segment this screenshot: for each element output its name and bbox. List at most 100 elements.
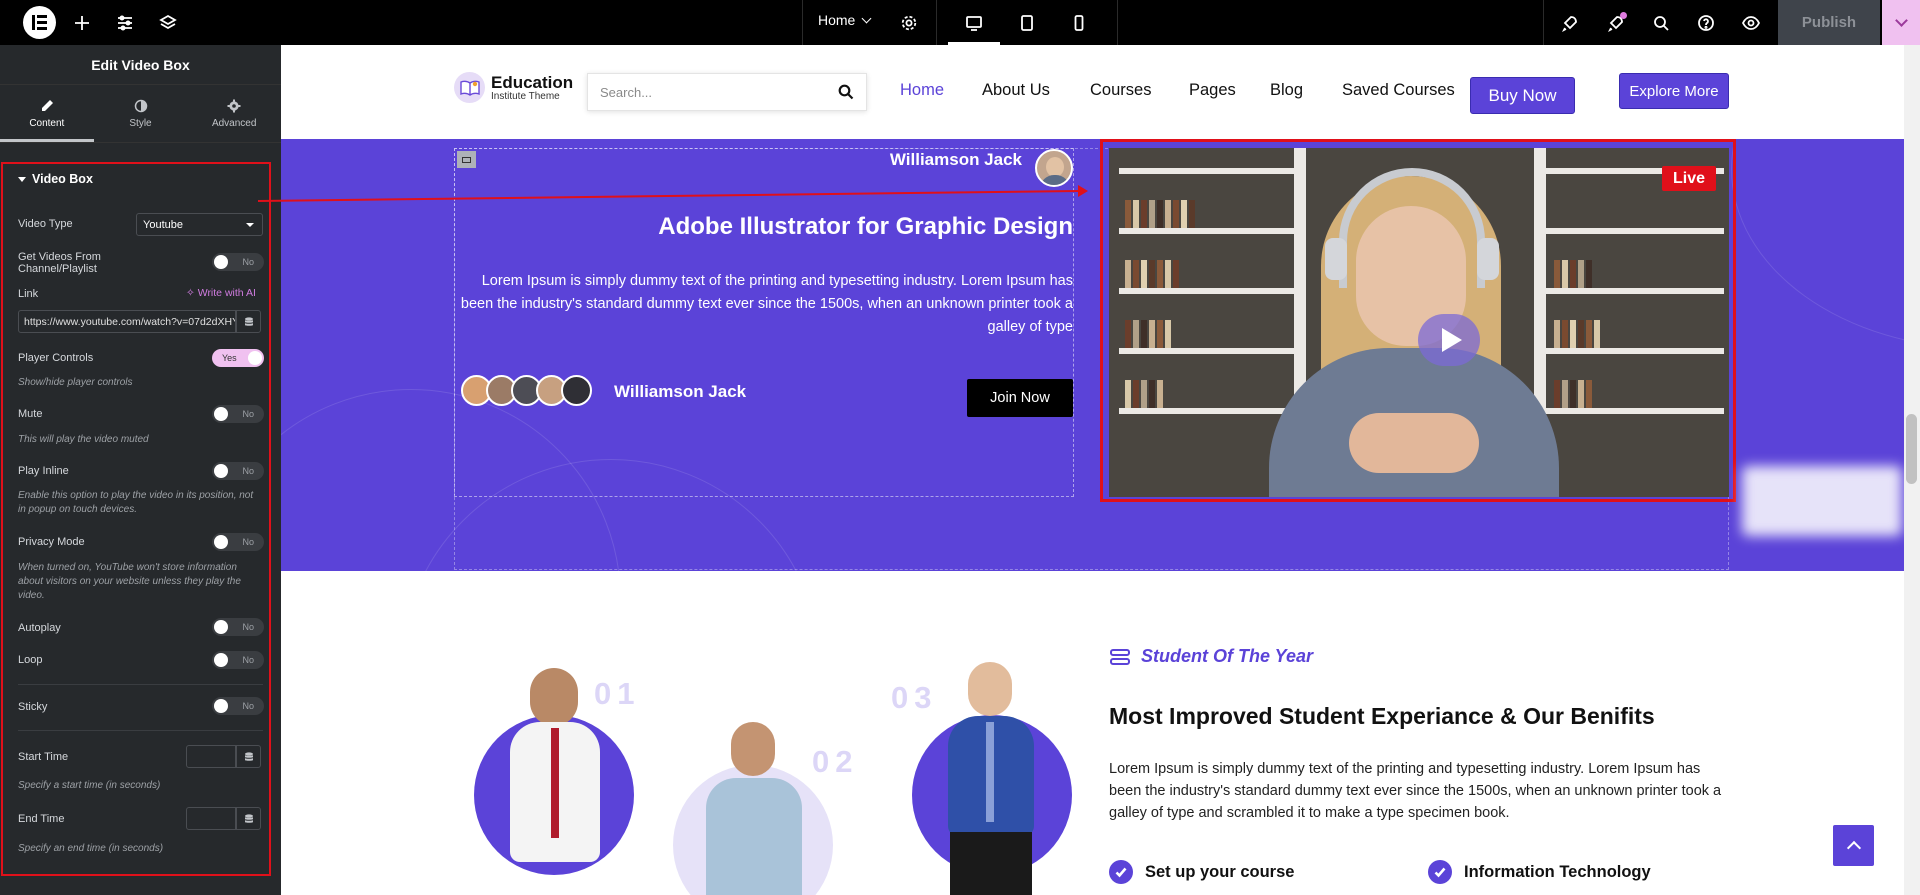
database-icon (244, 751, 253, 761)
caret-down-icon (18, 176, 26, 182)
site-brand[interactable]: Education Institute Theme (454, 72, 573, 103)
notifications-icon[interactable] (1605, 12, 1627, 34)
student-number-1: 01 (594, 676, 641, 711)
privacy-mode-toggle[interactable]: No (212, 533, 264, 551)
mute-toggle[interactable]: No (212, 405, 264, 423)
desktop-icon[interactable] (963, 12, 985, 34)
toggle-state: No (242, 622, 254, 632)
publish-options-button[interactable] (1882, 0, 1920, 45)
toggle-state: No (242, 466, 254, 476)
search-icon[interactable] (838, 84, 854, 100)
section-video-box[interactable]: Video Box (18, 172, 93, 186)
mute-help: This will play the video muted (18, 434, 149, 445)
explore-more-button[interactable]: Explore More (1619, 73, 1729, 109)
tablet-icon[interactable] (1016, 12, 1038, 34)
topbar-divider (1543, 0, 1544, 45)
scrollbar-thumb[interactable] (1906, 414, 1917, 484)
floating-glow (1742, 466, 1902, 536)
nav-pages[interactable]: Pages (1189, 81, 1236, 100)
panel-title: Edit Video Box (0, 45, 281, 85)
tab-content[interactable]: Content (0, 85, 94, 142)
start-time-input[interactable] (186, 745, 236, 768)
rocket-icon[interactable] (1559, 12, 1581, 34)
autoplay-toggle[interactable]: No (212, 618, 264, 636)
nav-blog[interactable]: Blog (1270, 81, 1303, 100)
student-of-year-label: Student Of The Year (1109, 646, 1313, 667)
loop-toggle[interactable]: No (212, 651, 264, 669)
database-icon (244, 316, 253, 326)
get-videos-toggle[interactable]: No (212, 253, 264, 271)
player-controls-toggle[interactable]: Yes (212, 349, 264, 367)
sticky-label: Sticky (18, 701, 48, 713)
nav-courses[interactable]: Courses (1090, 81, 1151, 100)
student-shirt-2 (706, 778, 802, 895)
write-with-ai-link[interactable]: ✧ Write with AI (186, 287, 256, 299)
section-title: Video Box (32, 172, 93, 186)
play-inline-label: Play Inline (18, 465, 69, 477)
link-input[interactable]: https://www.youtube.com/watch?v=07d2dXHY… (18, 310, 236, 333)
notification-dot (1620, 12, 1627, 19)
tab-style[interactable]: Style (94, 85, 188, 142)
page-selector[interactable]: Home (818, 12, 872, 28)
play-inline-help: Enable this option to play the video in … (18, 490, 254, 515)
student-tie-1 (551, 728, 559, 838)
annotation-arrow (257, 185, 1088, 202)
loop-label: Loop (18, 654, 43, 666)
editor-topbar: Home Publish (0, 0, 1920, 45)
video-type-label: Video Type (18, 218, 73, 230)
site-settings-icon[interactable] (114, 12, 136, 34)
start-time-dynamic-button[interactable] (236, 745, 261, 768)
link-label: Link (18, 288, 39, 300)
toggle-knob (214, 535, 228, 549)
buy-now-button[interactable]: Buy Now (1470, 77, 1575, 114)
student-number-2: 02 (812, 744, 859, 779)
publish-button[interactable]: Publish (1778, 0, 1880, 45)
nav-about-us[interactable]: About Us (982, 81, 1050, 100)
toggle-state: Yes (222, 353, 237, 363)
preview-eye-icon[interactable] (1740, 12, 1762, 34)
toggle-knob (214, 620, 228, 634)
site-search-input[interactable]: Search... (587, 73, 867, 111)
play-button[interactable] (1418, 314, 1480, 366)
student-head-2 (731, 722, 775, 776)
hero-title: Adobe Illustrator for Graphic Design (658, 213, 1073, 240)
sticky-toggle[interactable]: No (212, 697, 264, 715)
student-tie-3 (986, 722, 994, 822)
help-icon[interactable] (1695, 12, 1717, 34)
add-element-icon[interactable] (71, 12, 93, 34)
back-to-top-button[interactable] (1833, 825, 1874, 866)
end-time-input[interactable] (186, 807, 236, 830)
privacy-mode-help: When turned on, YouTube won't store info… (18, 562, 241, 601)
play-inline-toggle[interactable]: No (212, 462, 264, 480)
topbar-divider (802, 0, 803, 45)
tab-advanced[interactable]: Advanced (187, 85, 281, 142)
student-trousers-3 (950, 832, 1032, 895)
mobile-icon[interactable] (1068, 12, 1090, 34)
panel-divider (18, 730, 263, 731)
benefits-title: Most Improved Student Experiance & Our B… (1109, 703, 1655, 729)
dynamic-tags-button[interactable] (236, 310, 261, 333)
search-placeholder: Search... (600, 85, 653, 100)
autoplay-label: Autoplay (18, 622, 61, 634)
page-settings-gear-icon[interactable] (898, 12, 920, 34)
elementor-logo-icon[interactable] (23, 6, 56, 39)
panel-tabs: Content Style Advanced (0, 85, 281, 143)
search-icon[interactable] (1650, 12, 1672, 34)
get-videos-label: Get Videos From Channel/Playlist (18, 251, 101, 275)
chevron-down-icon (246, 223, 254, 227)
edit-container-handle[interactable] (457, 151, 476, 168)
check-circle-icon (1109, 860, 1133, 884)
student-head-3 (968, 662, 1012, 716)
video-type-select[interactable]: Youtube (136, 213, 263, 236)
structure-layers-icon[interactable] (157, 12, 179, 34)
nav-home[interactable]: Home (900, 81, 944, 100)
end-time-dynamic-button[interactable] (236, 807, 261, 830)
join-now-button[interactable]: Join Now (967, 379, 1073, 417)
page-selector-label: Home (818, 12, 856, 28)
student-avatar-stack (461, 375, 592, 407)
feature-information-technology: Information Technology (1428, 860, 1651, 884)
topbar-divider (936, 0, 937, 45)
selected-widget-highlight (1100, 139, 1736, 502)
chevron-up-icon (1846, 840, 1861, 856)
nav-saved-courses[interactable]: Saved Courses (1342, 81, 1455, 100)
